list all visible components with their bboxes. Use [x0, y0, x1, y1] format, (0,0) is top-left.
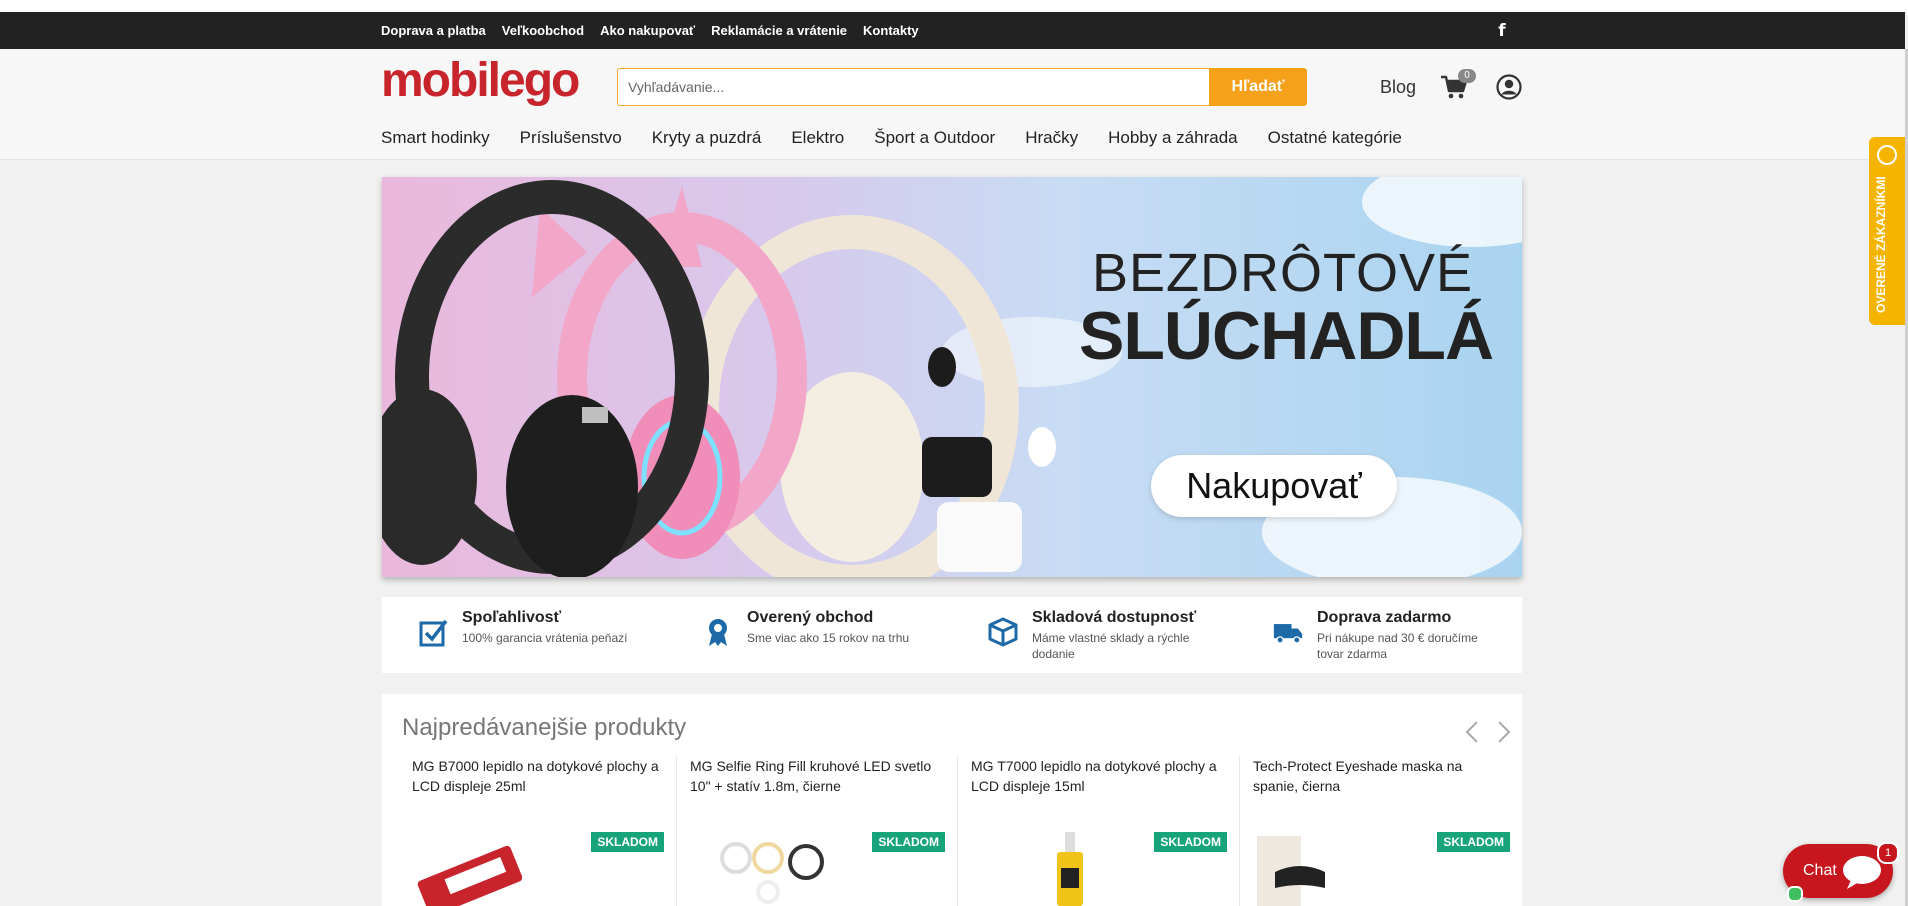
stock-badge: SKLADOM — [1437, 832, 1510, 852]
facebook-icon[interactable]: f — [1495, 21, 1509, 41]
product-image — [417, 845, 522, 906]
feature-title: Overený obchod — [747, 609, 874, 626]
headphones-image — [382, 180, 1056, 577]
search-input[interactable] — [617, 68, 1209, 106]
feature-title: Skladová dostupnosť — [1032, 609, 1197, 626]
product-name[interactable]: MG Selfie Ring Fill kruhové LED svetlo 1… — [690, 756, 940, 796]
ribbon-icon — [709, 619, 727, 646]
product-card[interactable]: Tech-Protect Eyeshade maska na spanie, č… — [1239, 756, 1522, 906]
product-card[interactable]: MG T7000 lepidlo na dotykové plochy a LC… — [957, 756, 1240, 906]
top-link-wholesale[interactable]: Veľkoobchod — [502, 23, 584, 38]
logo[interactable]: mobilego — [381, 57, 580, 105]
chat-bubble-icon — [1843, 856, 1881, 889]
product-name[interactable]: MG B7000 lepidlo na dotykové plochy a LC… — [412, 756, 662, 796]
chat-unread-count: 1 — [1877, 842, 1899, 864]
feature-stock: Skladová dostupnosť Máme vlastné sklady … — [952, 609, 1222, 665]
trust-badge-label: OVERENÉ ZÁKAZNÍKMI — [1874, 176, 1888, 313]
blog-link[interactable]: Blog — [1380, 77, 1416, 98]
truck-icon — [1273, 624, 1303, 644]
top-links: Doprava a platba Veľkoobchod Ako nakupov… — [381, 12, 919, 49]
chevron-right-icon[interactable] — [1492, 720, 1514, 744]
box-icon — [988, 617, 1018, 647]
feature-desc: Pri nákupe nad 30 € doručíme tovar zdarm… — [1317, 631, 1478, 661]
feature-verified-shop: Overený obchod Sme viac ako 15 rokov na … — [667, 609, 937, 665]
chat-button[interactable]: Chat 1 — [1783, 842, 1899, 902]
feature-reliability: Spoľahlivosť 100% garancia vrátenia peňa… — [382, 609, 652, 665]
bestsellers-section: Najpredávanejšie produkty MG B7000 lepid… — [382, 694, 1522, 906]
nav-electro[interactable]: Elektro — [791, 125, 844, 151]
top-link-returns[interactable]: Reklamácie a vrátenie — [711, 23, 847, 38]
product-card[interactable]: MG B7000 lepidlo na dotykové plochy a LC… — [382, 756, 677, 906]
features-bar: Spoľahlivosť 100% garancia vrátenia peňa… — [382, 597, 1522, 673]
chat-label: Chat — [1803, 862, 1837, 879]
top-link-shipping[interactable]: Doprava a platba — [381, 23, 486, 38]
banner-shop-button[interactable]: Nakupovať — [1151, 455, 1397, 517]
user-icon[interactable] — [1496, 74, 1522, 100]
nav-accessories[interactable]: Príslušenstvo — [520, 125, 622, 151]
stock-badge: SKLADOM — [1154, 832, 1227, 852]
chevron-left-icon[interactable] — [1462, 720, 1484, 744]
nav-hobby-garden[interactable]: Hobby a záhrada — [1108, 125, 1237, 151]
nav-toys[interactable]: Hračky — [1025, 125, 1078, 151]
trust-badge[interactable]: OVERENÉ ZÁKAZNÍKMI — [1869, 137, 1905, 325]
top-link-contacts[interactable]: Kontakty — [863, 23, 919, 38]
cart-count: 0 — [1458, 69, 1476, 83]
hero-banner[interactable]: BEZDRÔTOVÉ SLÚCHADLÁ Nakupovať — [382, 177, 1522, 577]
top-strip — [0, 0, 1908, 12]
feature-desc: Sme viac ako 15 rokov na trhu — [747, 631, 910, 645]
checkbox-icon — [419, 619, 448, 647]
nav-other-categories[interactable]: Ostatné kategórie — [1268, 125, 1402, 151]
category-nav: Smart hodinky Príslušenstvo Kryty a puzd… — [381, 125, 1432, 151]
feature-title: Doprava zadarmo — [1317, 609, 1452, 626]
feature-desc: Máme vlastné sklady a rýchle dodanie — [1032, 631, 1190, 661]
product-card[interactable]: MG Selfie Ring Fill kruhové LED svetlo 1… — [676, 756, 958, 906]
banner-title-line1: BEZDRÔTOVÉ — [1092, 243, 1474, 303]
feature-free-shipping: Doprava zadarmo Pri nákupe nad 30 € doru… — [1237, 609, 1507, 665]
banner-title-line2: SLÚCHADLÁ — [1079, 298, 1494, 374]
nav-sport-outdoor[interactable]: Šport a Outdoor — [874, 125, 995, 151]
feature-title: Spoľahlivosť — [462, 609, 562, 626]
top-bar: Doprava a platba Veľkoobchod Ako nakupov… — [0, 12, 1905, 49]
header: mobilego Hľadať Blog 0 Smart hodinky Prí… — [0, 49, 1905, 160]
product-image — [1057, 832, 1083, 906]
online-status-icon — [1787, 886, 1803, 902]
search-bar: Hľadať — [617, 68, 1307, 106]
nav-smart-watches[interactable]: Smart hodinky — [381, 125, 490, 151]
seal-icon — [1877, 145, 1897, 165]
stock-badge: SKLADOM — [872, 832, 945, 852]
nav-cases[interactable]: Kryty a puzdrá — [652, 125, 762, 151]
top-link-how-to-buy[interactable]: Ako nakupovať — [600, 23, 695, 38]
search-button[interactable]: Hľadať — [1209, 68, 1307, 106]
stock-badge: SKLADOM — [591, 832, 664, 852]
product-name[interactable]: MG T7000 lepidlo na dotykové plochy a LC… — [971, 756, 1221, 796]
product-name[interactable]: Tech-Protect Eyeshade maska na spanie, č… — [1253, 756, 1503, 796]
cloud — [1362, 177, 1522, 247]
section-title: Najpredávanejšie produkty — [402, 714, 687, 741]
feature-desc: 100% garancia vrátenia peňazí — [462, 631, 628, 645]
product-image — [720, 842, 824, 904]
product-image — [1257, 836, 1325, 906]
